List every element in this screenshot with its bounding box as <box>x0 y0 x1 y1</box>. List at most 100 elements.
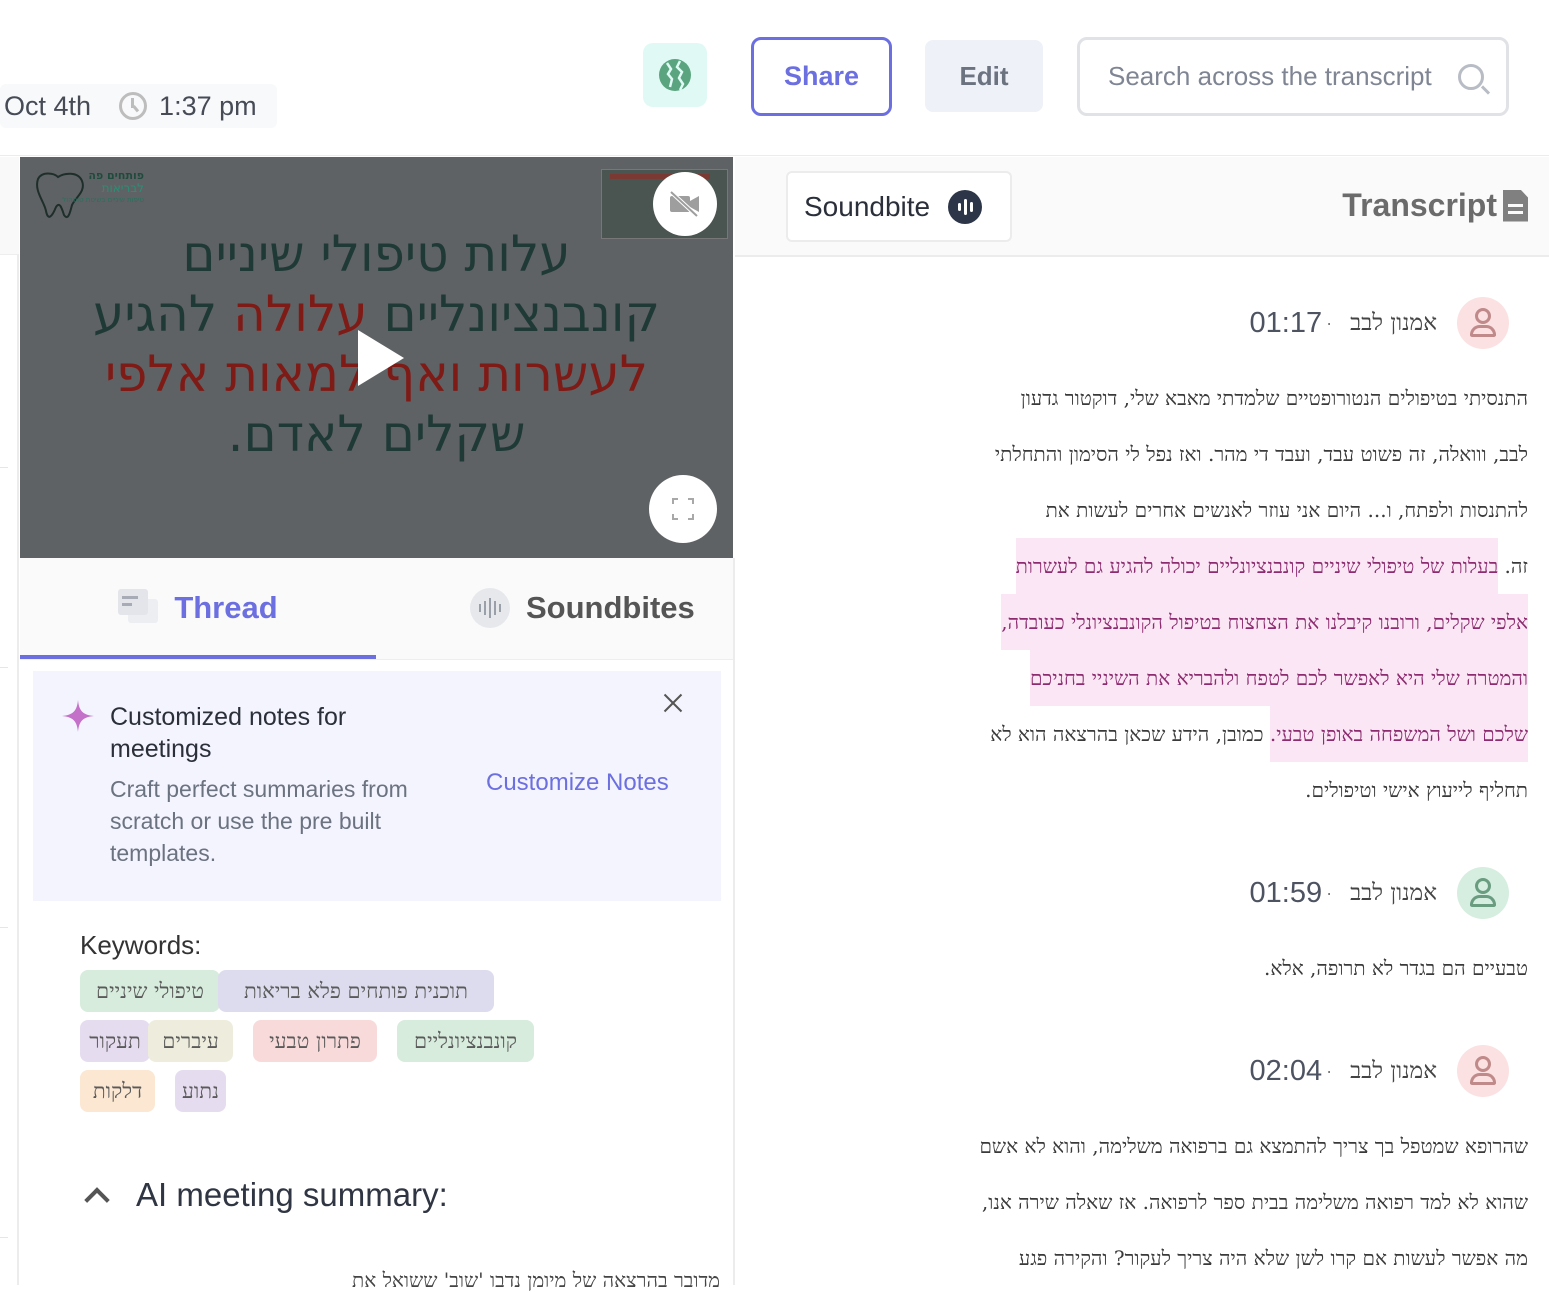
transcript-text: התנסיתי בטיפולים הנטורופטיים שלמדתי מאבא… <box>1020 386 1528 410</box>
document-icon <box>1503 189 1528 222</box>
transcript-line[interactable]: לבב, ווואלה, זה פשוט עבד, ועבד די מהר. ו… <box>995 426 1528 482</box>
banner-title: Customized notes for meetings <box>110 703 347 763</box>
slide-line: שקלים לאדם. <box>20 405 733 463</box>
clock-icon <box>119 92 148 120</box>
transcript-line[interactable]: טבעיים הם בגדר לא תרופה, אלא. <box>1264 940 1528 996</box>
sparkle-icon <box>62 700 94 732</box>
transcript-line[interactable]: תחליף לייעוץ אישי וטיפולים. <box>1305 762 1528 818</box>
transcript-line[interactable]: זה. בעלות של טיפולי שיניים קונבנציונליים… <box>1015 538 1528 594</box>
keyword-chip[interactable]: עיברים <box>148 1020 233 1062</box>
sidebar-divider <box>0 467 8 468</box>
speaker-name: אמנון לבב <box>1350 1058 1437 1084</box>
transcript-line[interactable]: שהרופא שמטפל בך צריך להתמצא גם ברפואה מש… <box>979 1118 1528 1174</box>
slide-text-segment: להגיע <box>93 285 234 343</box>
customized-notes-banner: Customized notes for meetings Craft perf… <box>33 671 721 901</box>
keyword-chip[interactable]: נתוע <box>175 1070 226 1112</box>
banner-description: Craft perfect summaries from scratch or … <box>110 776 408 866</box>
transcript-entry-header: 02:04 · אמנון לבב <box>1250 1045 1509 1097</box>
transcript-line[interactable]: להתנסות ולפתח, ו... היום אני עוזר לאנשים… <box>1046 482 1528 538</box>
speaker-avatar[interactable] <box>1457 1045 1509 1097</box>
timestamp[interactable]: 02:04 <box>1250 1055 1323 1088</box>
camera-toggle-button[interactable] <box>653 172 717 236</box>
left-panel-tabs: Thread Soundbites <box>20 558 733 660</box>
slide-text-segment: עלולה <box>233 285 368 343</box>
transcript-line[interactable]: מה אפשר לעשות אם קרו לשן שלא היה צריך לע… <box>1019 1230 1528 1286</box>
transcript-text: להתנסות ולפתח, ו... היום אני עוזר לאנשים… <box>1045 498 1528 522</box>
tab-thread[interactable]: Thread <box>20 558 376 659</box>
speaker-avatar[interactable] <box>1457 867 1509 919</box>
thread-icon <box>118 589 159 627</box>
globe-icon <box>659 59 691 91</box>
timestamp[interactable]: 01:59 <box>1250 877 1323 910</box>
transcript-line[interactable]: והמטרה שלי היא לאפשר לכם לטפח ולהבריא את… <box>1029 650 1528 706</box>
transcript-text: טבעיים הם בגדר לא תרופה, אלא. <box>1263 956 1528 980</box>
transcript-line[interactable]: שלכם ושל המשפחה באופן טבעי. כמובן, הידע … <box>990 706 1528 762</box>
highlighted-text: אלפי שקלים, ורובנו קיבלנו את הצחצוח בטיפ… <box>1001 594 1528 650</box>
keyword-chip[interactable]: דלקות <box>80 1070 155 1112</box>
user-icon <box>1475 308 1491 324</box>
keyword-chip[interactable]: תוכנית פותחים פלא בריאות <box>218 970 494 1012</box>
share-button[interactable]: Share <box>751 37 892 116</box>
meeting-time: 1:37 pm <box>159 90 257 121</box>
user-icon <box>1470 325 1496 337</box>
tab-soundbites-label: Soundbites <box>526 590 695 625</box>
transcript-entry-header: 01:59 · אמנון לבב <box>1250 867 1509 919</box>
user-icon <box>1475 1056 1491 1072</box>
transcript-search-input[interactable] <box>1108 61 1458 92</box>
active-tab-indicator <box>20 655 376 659</box>
transcript-line[interactable]: התנסיתי בטיפולים הנטורופטיים שלמדתי מאבא… <box>1021 370 1528 426</box>
video-player[interactable]: פותחים פה לבריאות טיפות שיניים בשיטת טופ… <box>20 157 733 558</box>
transcript-heading: Transcript <box>1342 187 1528 224</box>
panel-divider <box>733 558 735 1285</box>
transcript-title: Transcript <box>1342 187 1497 223</box>
language-globe-button[interactable] <box>643 43 707 107</box>
play-icon[interactable] <box>358 330 404 386</box>
soundwave-icon <box>470 588 510 628</box>
brand-logo: פותחים פה לבריאות טיפות שיניים בשיטת טופ… <box>32 169 144 225</box>
customize-notes-link[interactable]: Customize Notes <box>486 769 669 797</box>
transcript-line[interactable]: שהוא לא למד רפואה משלימה בבית ספר לרפואה… <box>982 1174 1528 1230</box>
keyword-chip[interactable]: טיפולי שיניים <box>80 970 220 1012</box>
meeting-date: Oct 4th <box>4 90 92 121</box>
keyword-chip[interactable]: תעקור <box>80 1020 150 1062</box>
transcript-text: שהרופא שמטפל בך צריך להתמצא גם ברפואה מש… <box>979 1134 1528 1158</box>
user-icon <box>1470 1073 1496 1085</box>
search-icon[interactable] <box>1458 63 1484 90</box>
speaker-name: אמנון לבב <box>1350 310 1437 336</box>
create-soundbite-button[interactable]: Soundbite <box>786 171 1012 242</box>
soundbite-label: Soundbite <box>804 190 931 222</box>
logo-line: לבריאות <box>101 181 144 195</box>
transcript-text: לבב, ווואלה, זה פשוט עבד, ועבד די מהר. ו… <box>994 442 1528 466</box>
separator-dot: · <box>1326 312 1333 333</box>
separator-dot: · <box>1326 882 1333 903</box>
sidebar-divider <box>0 1237 8 1238</box>
slide-text-segment: שקלים לאדם. <box>227 405 526 463</box>
transcript-line[interactable]: אלפי שקלים, ורובנו קיבלנו את הצחצוח בטיפ… <box>1001 594 1528 650</box>
soundwave-icon <box>948 189 983 224</box>
transcript-entry-header: 01:17 · אמנון לבב <box>1250 297 1509 349</box>
transcript-search[interactable] <box>1077 37 1509 116</box>
separator-dot: · <box>1326 1060 1333 1081</box>
chevron-up-icon <box>84 1187 110 1213</box>
user-icon <box>1475 878 1491 894</box>
user-icon <box>1470 895 1496 907</box>
collapsed-sidebar <box>0 157 19 1285</box>
summary-bullet: מדובר בהרצאה של מיומן נדבו 'שוב' ששואל א… <box>352 1268 720 1292</box>
transcript-text: זה. <box>1498 554 1528 578</box>
tab-thread-label: Thread <box>174 590 278 625</box>
sidebar-divider <box>0 667 8 668</box>
slide-text-segment: עלות טיפולי שיניים <box>182 225 571 283</box>
speaker-avatar[interactable] <box>1457 297 1509 349</box>
keyword-chip[interactable]: פתרון טבעי <box>253 1020 377 1062</box>
timestamp[interactable]: 01:17 <box>1250 307 1323 340</box>
sidebar-divider <box>0 927 8 928</box>
tab-soundbites[interactable]: Soundbites <box>470 558 695 658</box>
close-icon[interactable] <box>659 689 687 717</box>
transcript-toolbar: Soundbite Transcript <box>735 157 1549 257</box>
transcript-text: מה אפשר לעשות אם קרו לשן שלא היה צריך לע… <box>1018 1246 1528 1270</box>
ai-summary-toggle[interactable]: AI meeting summary: <box>80 1176 448 1214</box>
edit-button[interactable]: Edit <box>925 40 1043 112</box>
highlighted-text: שלכם ושל המשפחה באופן טבעי. <box>1269 706 1528 762</box>
keyword-chip[interactable]: קונבנציונליים <box>397 1020 534 1062</box>
fullscreen-button[interactable] <box>649 475 717 543</box>
